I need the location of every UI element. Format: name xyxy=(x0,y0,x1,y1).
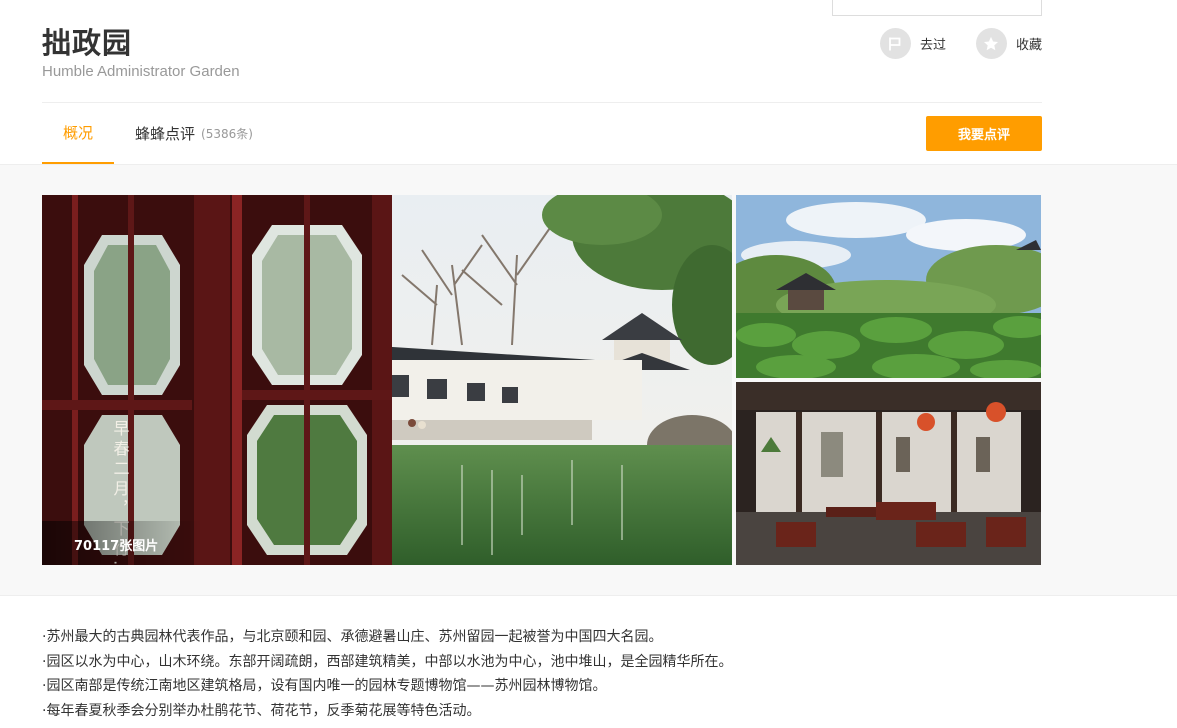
photo-count-label: 70117张图片 xyxy=(74,539,159,554)
tab-reviews[interactable]: 蜂蜂点评 (5386条) xyxy=(135,103,253,164)
gallery-photo-lotus-pond[interactable] xyxy=(736,195,1041,378)
favorite-label: 收藏 xyxy=(1015,38,1042,53)
visited-button[interactable]: 去过 xyxy=(879,28,946,59)
poi-header: 拙政园 Humble Administrator Garden 去过 收藏 xyxy=(42,0,1042,103)
photo-count-badge[interactable]: 70117张图片 xyxy=(42,521,202,565)
garden-corridor-photo: 早春二月，下行…南 xyxy=(42,195,732,565)
poi-tabs: 概况 蜂蜂点评 (5386条) 我要点评 xyxy=(42,103,1042,164)
tab-reviews-label: 蜂蜂点评 xyxy=(135,125,196,143)
page-subtitle: Humble Administrator Garden xyxy=(42,63,240,80)
photo-gallery: 早春二月，下行…南 70117张图片 xyxy=(0,164,1177,596)
favorite-button[interactable]: 收藏 xyxy=(975,28,1042,59)
description-line: ·苏州最大的古典园林代表作品，与北京颐和园、承德避暑山庄、苏州留园一起被誉为中国… xyxy=(42,629,663,645)
visited-label: 去过 xyxy=(919,38,946,53)
gallery-photo-interior-hall[interactable] xyxy=(736,382,1041,565)
poi-description: ·苏州最大的古典园林代表作品，与北京颐和园、承德避暑山庄、苏州留园一起被誉为中国… xyxy=(42,625,1042,723)
tab-overview[interactable]: 概况 xyxy=(42,103,114,164)
write-review-button[interactable]: 我要点评 xyxy=(926,116,1042,151)
description-line: ·园区南部是传统江南地区建筑格局，设有国内唯一的园林专题博物馆——苏州园林博物馆… xyxy=(42,678,607,694)
flag-icon xyxy=(879,28,911,59)
gallery-main-photo[interactable]: 早春二月，下行…南 70117张图片 xyxy=(42,195,732,565)
description-line: ·每年春夏秋季会分别举办杜鹃花节、荷花节，反季菊花展等特色活动。 xyxy=(42,702,481,719)
lotus-pond-photo xyxy=(736,195,1041,378)
tab-reviews-count: (5386条) xyxy=(201,127,253,141)
header-actions: 去过 收藏 xyxy=(850,28,1042,59)
page-title: 拙政园 xyxy=(42,26,133,60)
tab-overview-label: 概况 xyxy=(62,124,93,142)
description-line: ·园区以水为中心，山木环绕。东部开阔疏朗，西部建筑精美，中部以水池为中心，池中堆… xyxy=(42,653,733,670)
star-icon xyxy=(975,28,1007,59)
interior-hall-photo xyxy=(736,382,1041,565)
